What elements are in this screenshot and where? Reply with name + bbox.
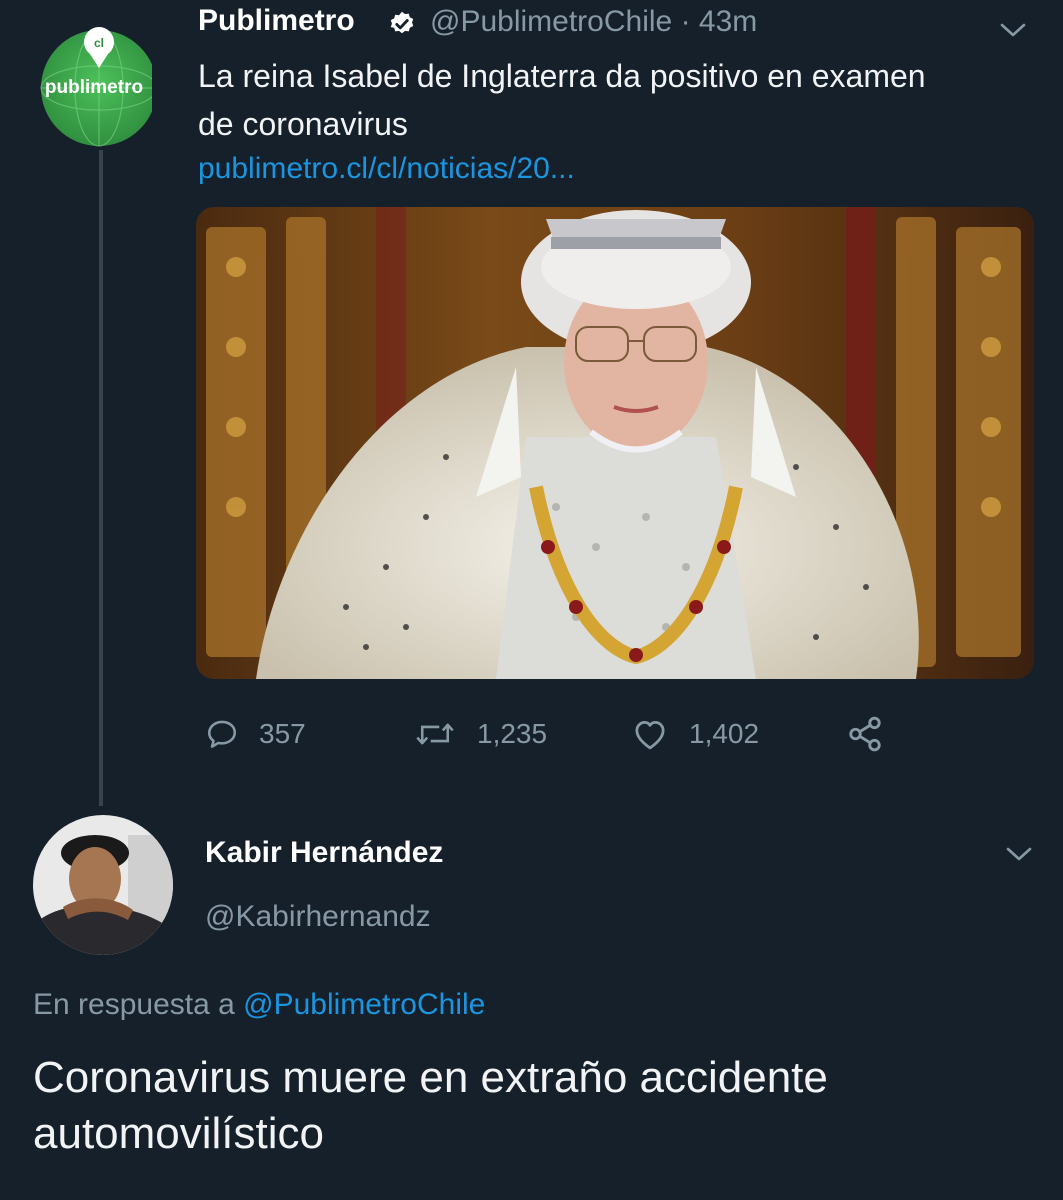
tweet-text-line-2: de coronavirus (198, 106, 408, 142)
article-link[interactable]: publimetro.cl/cl/noticias/20... (198, 152, 575, 186)
heart-icon (635, 721, 665, 750)
reply-action[interactable]: 357 (205, 712, 306, 756)
like-count: 1,402 (689, 718, 760, 749)
verified-badge-icon (388, 10, 416, 38)
retweet-count: 1,235 (477, 718, 548, 749)
author-handle[interactable]: @PublimetroChile (430, 5, 672, 38)
reply-prefix: En respuesta a (33, 988, 235, 1021)
author-name[interactable]: Publimetro (198, 4, 355, 38)
share-action[interactable] (845, 712, 905, 756)
like-action[interactable]: 1,402 (631, 712, 759, 756)
share-nodes-icon (849, 716, 881, 752)
publimetro-avatar[interactable]: cl publimetro (38, 10, 158, 150)
tweet-text-line-1: La reina Isabel de Inglaterra da positiv… (198, 58, 926, 94)
kabir-avatar[interactable] (33, 815, 173, 955)
chevron-down-icon[interactable] (998, 20, 1028, 40)
svg-text:cl: cl (94, 36, 104, 50)
retweet-arrows-icon (416, 723, 454, 745)
reply-author-handle[interactable]: @Kabirhernandz (205, 900, 431, 934)
retweet-action[interactable]: 1,235 (413, 712, 547, 756)
speech-bubble-icon (207, 720, 237, 748)
author-handle-and-time[interactable]: @PublimetroChile · 43m (430, 5, 757, 39)
thread-connector-line (99, 150, 103, 806)
reply-author-name[interactable]: Kabir Hernández (205, 836, 443, 870)
tweet-media-image[interactable] (196, 207, 1034, 679)
chevron-down-icon[interactable] (1004, 844, 1034, 864)
separator-dot: · (680, 5, 699, 38)
reply-count: 357 (259, 718, 306, 749)
reply-mention-link[interactable]: @PublimetroChile (243, 988, 485, 1021)
svg-text:publimetro: publimetro (45, 77, 143, 98)
timestamp[interactable]: 43m (699, 5, 757, 38)
reply-context: En respuesta a @PublimetroChile (33, 988, 485, 1022)
reply-tweet-text: Coronavirus muere en extraño accidente a… (33, 1053, 828, 1158)
tweet-text: La reina Isabel de Inglaterra da positiv… (198, 52, 1028, 148)
